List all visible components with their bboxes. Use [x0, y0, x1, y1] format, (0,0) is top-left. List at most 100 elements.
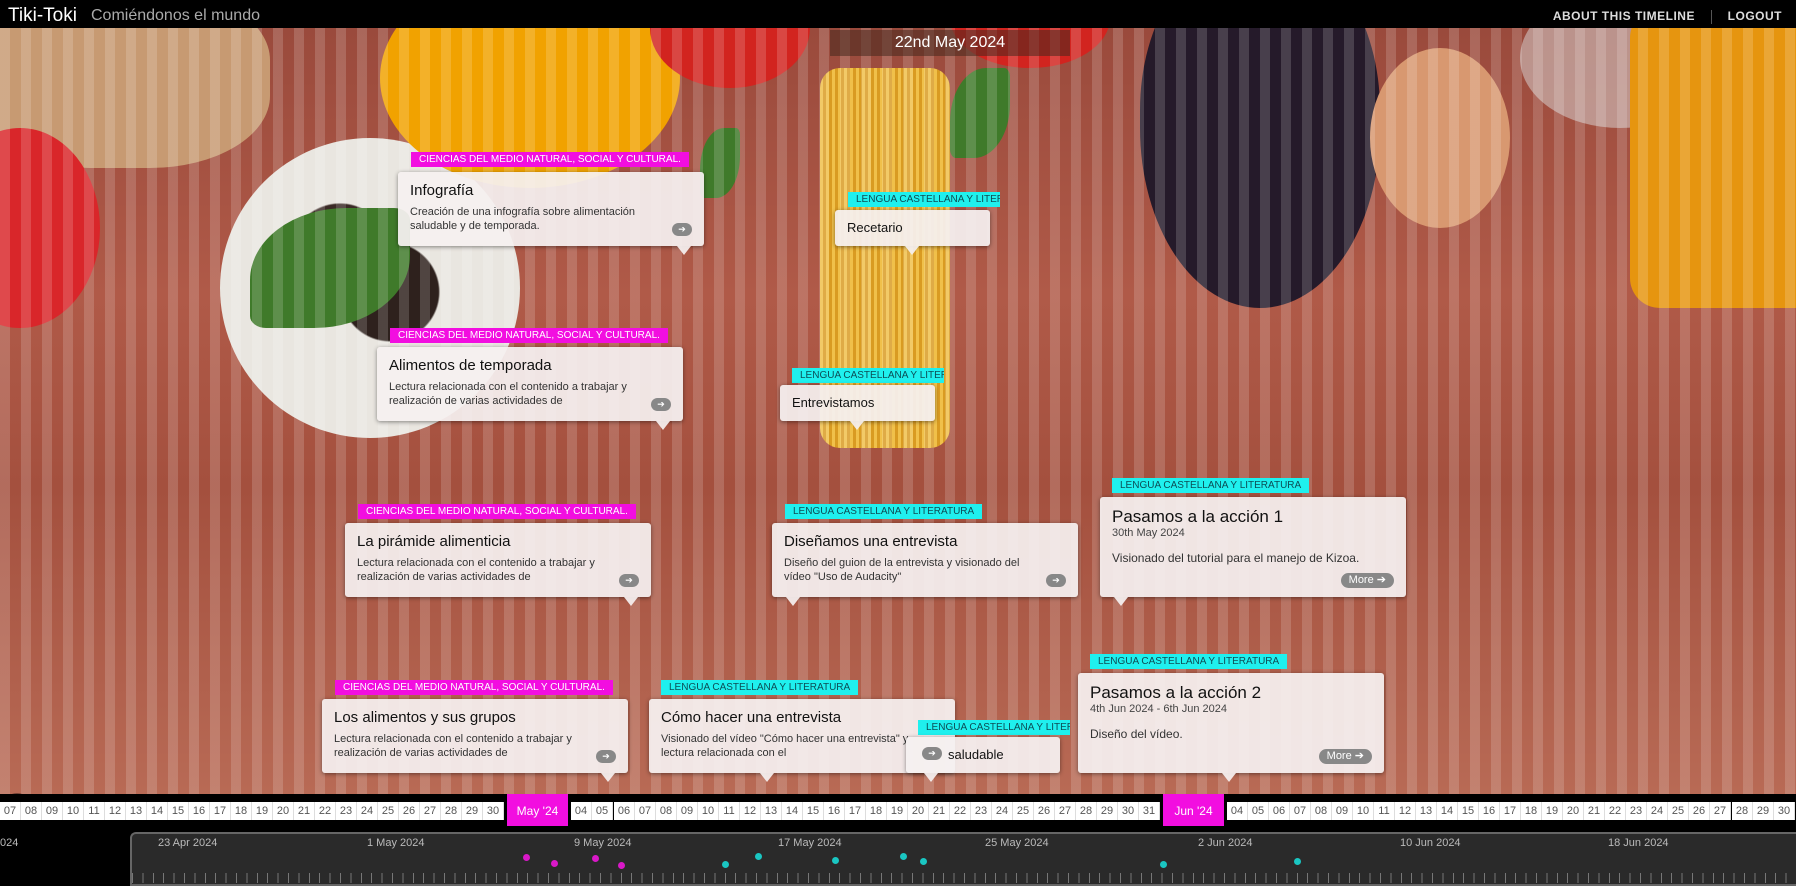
day-cell[interactable]: 10	[698, 802, 719, 820]
day-cell[interactable]: 14	[147, 802, 168, 820]
day-cell[interactable]: 13	[1416, 802, 1437, 820]
day-cell[interactable]: 20	[1563, 802, 1584, 820]
day-cell[interactable]: 04	[1227, 802, 1248, 820]
day-cell[interactable]: 15	[1458, 802, 1479, 820]
day-cell[interactable]: 24	[357, 802, 378, 820]
day-strip[interactable]: 07 08 09 10 11 12 13 14 15 16 17 18 19 20 21 22 23 24 25 26…	[0, 794, 1796, 826]
day-cell[interactable]: 10	[63, 802, 84, 820]
day-cell[interactable]: 20	[273, 802, 294, 820]
event-marker-dot[interactable]	[722, 861, 729, 868]
event-marker-dot[interactable]	[920, 858, 927, 865]
about-timeline-link[interactable]: ABOUT THIS TIMELINE	[1553, 9, 1695, 23]
day-cell[interactable]: 13	[126, 802, 147, 820]
day-cell[interactable]: 08	[1311, 802, 1332, 820]
event-card[interactable]: Diseñamos una entrevista Diseño del guio…	[772, 523, 1078, 606]
event-card[interactable]: saludable ➔	[906, 737, 1060, 782]
day-cell[interactable]: 05	[1248, 802, 1269, 820]
event-marker-dot[interactable]	[755, 853, 762, 860]
day-cell[interactable]: 22	[315, 802, 336, 820]
day-cell[interactable]: 17	[1500, 802, 1521, 820]
event-card[interactable]: Entrevistamos	[780, 385, 935, 430]
arrow-right-icon[interactable]: ➔	[619, 574, 639, 587]
timeline-stage[interactable]: 22nd May 2024 CIENCIAS DEL MEDIO NATURAL…	[0, 28, 1796, 794]
event-marker-dot[interactable]	[592, 855, 599, 862]
day-cell[interactable]: 17	[845, 802, 866, 820]
event-marker-dot[interactable]	[1294, 858, 1301, 865]
more-button[interactable]: More ➔	[1340, 573, 1394, 588]
day-cell[interactable]: 15	[803, 802, 824, 820]
event-marker-dot[interactable]	[618, 862, 625, 869]
day-cell[interactable]: 19	[1542, 802, 1563, 820]
day-cell[interactable]: 21	[294, 802, 315, 820]
day-cell[interactable]: 19	[887, 802, 908, 820]
day-cell[interactable]: 23	[336, 802, 357, 820]
event-card[interactable]: Alimentos de temporada Lectura relaciona…	[377, 347, 683, 430]
day-cell[interactable]: 21	[1584, 802, 1605, 820]
day-cell[interactable]: 07	[635, 802, 656, 820]
arrow-right-icon[interactable]: ➔	[596, 750, 616, 763]
day-cell[interactable]: 09	[42, 802, 63, 820]
day-cell[interactable]: 22	[950, 802, 971, 820]
day-cell[interactable]: 23	[971, 802, 992, 820]
day-cell[interactable]: 24	[1647, 802, 1668, 820]
day-cell[interactable]: 30	[1774, 802, 1795, 820]
day-cell[interactable]: 24	[992, 802, 1013, 820]
event-marker-dot[interactable]	[900, 853, 907, 860]
arrow-right-icon[interactable]: ➔	[1046, 574, 1066, 587]
day-cell[interactable]: 27	[1055, 802, 1076, 820]
event-card[interactable]: Pasamos a la acción 1 30th May 2024 Visi…	[1100, 497, 1406, 606]
day-cell[interactable]: 15	[168, 802, 189, 820]
event-card[interactable]: Recetario	[835, 210, 990, 255]
day-cell[interactable]: 29	[462, 802, 483, 820]
arrow-right-icon[interactable]: ➔	[922, 747, 942, 760]
day-cell[interactable]: 06	[1269, 802, 1290, 820]
day-cell[interactable]: 29	[1753, 802, 1774, 820]
day-cell[interactable]: 25	[1668, 802, 1689, 820]
day-cell[interactable]: 27	[1710, 802, 1731, 820]
day-cell[interactable]: 28	[1732, 802, 1753, 820]
day-cell[interactable]: 29	[1097, 802, 1118, 820]
day-cell[interactable]: 25	[1013, 802, 1034, 820]
day-cell[interactable]: 20	[908, 802, 929, 820]
event-card[interactable]: Infografía Creación de una infografía so…	[398, 172, 704, 255]
day-cell[interactable]: 16	[1479, 802, 1500, 820]
day-cell[interactable]: 25	[378, 802, 399, 820]
event-marker-dot[interactable]	[523, 854, 530, 861]
event-marker-dot[interactable]	[832, 857, 839, 864]
day-cell[interactable]: 19	[252, 802, 273, 820]
day-cell[interactable]: 30	[1118, 802, 1139, 820]
day-cell[interactable]: 09	[1332, 802, 1353, 820]
event-marker-dot[interactable]	[551, 860, 558, 867]
month-marker[interactable]: May '24	[507, 794, 568, 826]
day-cell[interactable]: 07	[1290, 802, 1311, 820]
day-cell[interactable]: 11	[719, 802, 740, 820]
more-button[interactable]: More ➔	[1318, 749, 1372, 764]
arrow-right-icon[interactable]: ➔	[651, 398, 671, 411]
day-cell[interactable]: 14	[1437, 802, 1458, 820]
day-cell[interactable]: 27	[420, 802, 441, 820]
day-cell[interactable]: 08	[21, 802, 42, 820]
day-cell[interactable]: 26	[399, 802, 420, 820]
brand-logo[interactable]: Tiki-Toki	[8, 5, 77, 27]
day-cell[interactable]: 18	[1521, 802, 1542, 820]
day-cell[interactable]: 28	[1076, 802, 1097, 820]
day-cell[interactable]: 26	[1034, 802, 1055, 820]
day-cell[interactable]: 16	[189, 802, 210, 820]
day-cell[interactable]: 09	[677, 802, 698, 820]
day-cell[interactable]: 08	[656, 802, 677, 820]
day-cell[interactable]: 31	[1139, 802, 1160, 820]
month-marker[interactable]: Jun '24	[1163, 794, 1224, 826]
day-cell[interactable]: 22	[1605, 802, 1626, 820]
event-marker-dot[interactable]	[1160, 861, 1167, 868]
day-cell[interactable]: 14	[782, 802, 803, 820]
day-cell[interactable]: 05	[592, 802, 613, 820]
day-cell[interactable]: 21	[929, 802, 950, 820]
day-cell[interactable]: 04	[571, 802, 592, 820]
day-cell[interactable]: 18	[866, 802, 887, 820]
day-cell[interactable]: 23	[1626, 802, 1647, 820]
event-card[interactable]: Los alimentos y sus grupos Lectura relac…	[322, 699, 628, 782]
day-cell[interactable]: 30	[483, 802, 504, 820]
day-cell[interactable]: 16	[824, 802, 845, 820]
day-cell[interactable]: 18	[231, 802, 252, 820]
day-cell[interactable]: 17	[210, 802, 231, 820]
